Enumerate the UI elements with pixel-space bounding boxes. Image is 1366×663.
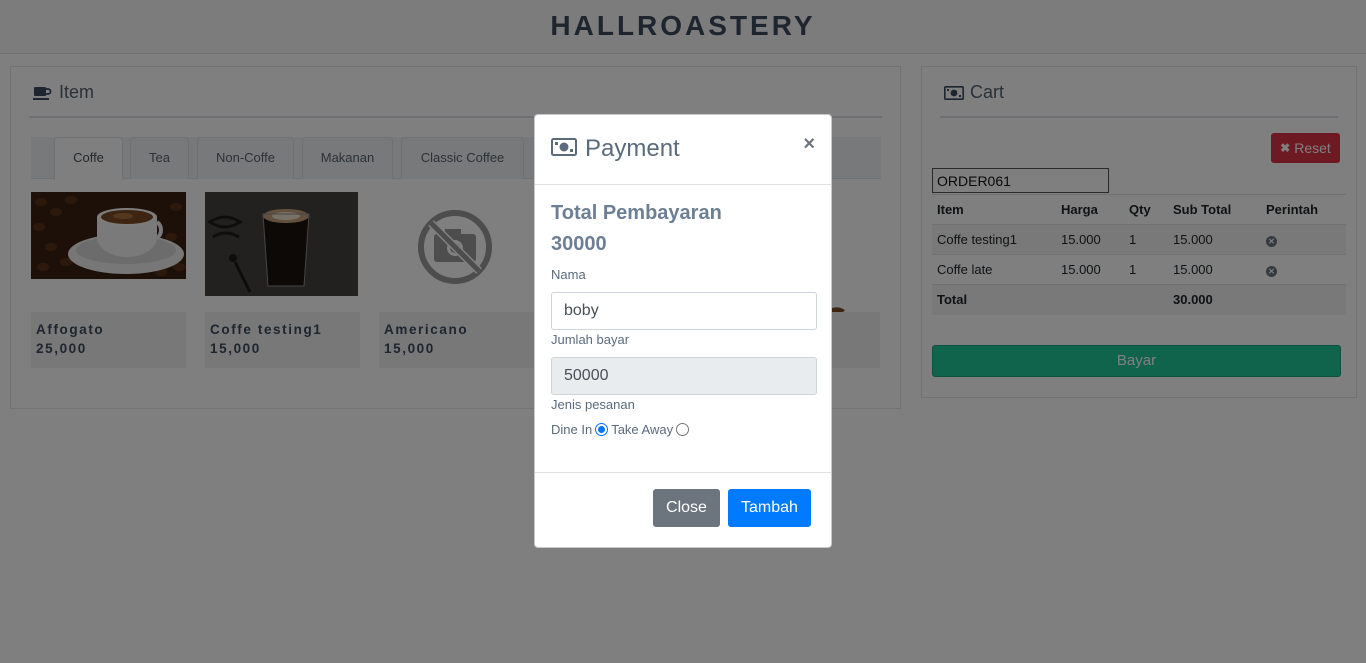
order-type-label: Jenis pesanan — [551, 397, 635, 412]
total-payment-label: Total Pembayaran — [551, 202, 722, 224]
name-input[interactable] — [551, 292, 817, 330]
take-away-label: Take Away — [611, 422, 674, 437]
modal-title-text: Payment — [585, 135, 680, 162]
dine-in-radio[interactable] — [595, 423, 609, 436]
modal-title: Payment — [551, 135, 680, 163]
modal-close-icon[interactable]: × — [803, 133, 815, 156]
modal-footer: Close Tambah — [535, 472, 831, 549]
dine-in-label: Dine In — [551, 422, 593, 437]
name-label: Nama — [551, 267, 586, 282]
modal-header: Payment × — [535, 115, 831, 185]
tambah-button[interactable]: Tambah — [728, 489, 811, 527]
take-away-radio[interactable] — [676, 423, 690, 436]
order-type-options: Dine In Take Away — [551, 422, 690, 437]
money-icon — [551, 135, 577, 163]
payment-modal: Payment × Total Pembayaran 30000 Nama Ju… — [534, 114, 832, 548]
total-payment-value: 30000 — [551, 233, 607, 255]
amount-label: Jumlah bayar — [551, 332, 630, 347]
close-button[interactable]: Close — [653, 489, 720, 527]
amount-input[interactable] — [551, 357, 817, 395]
